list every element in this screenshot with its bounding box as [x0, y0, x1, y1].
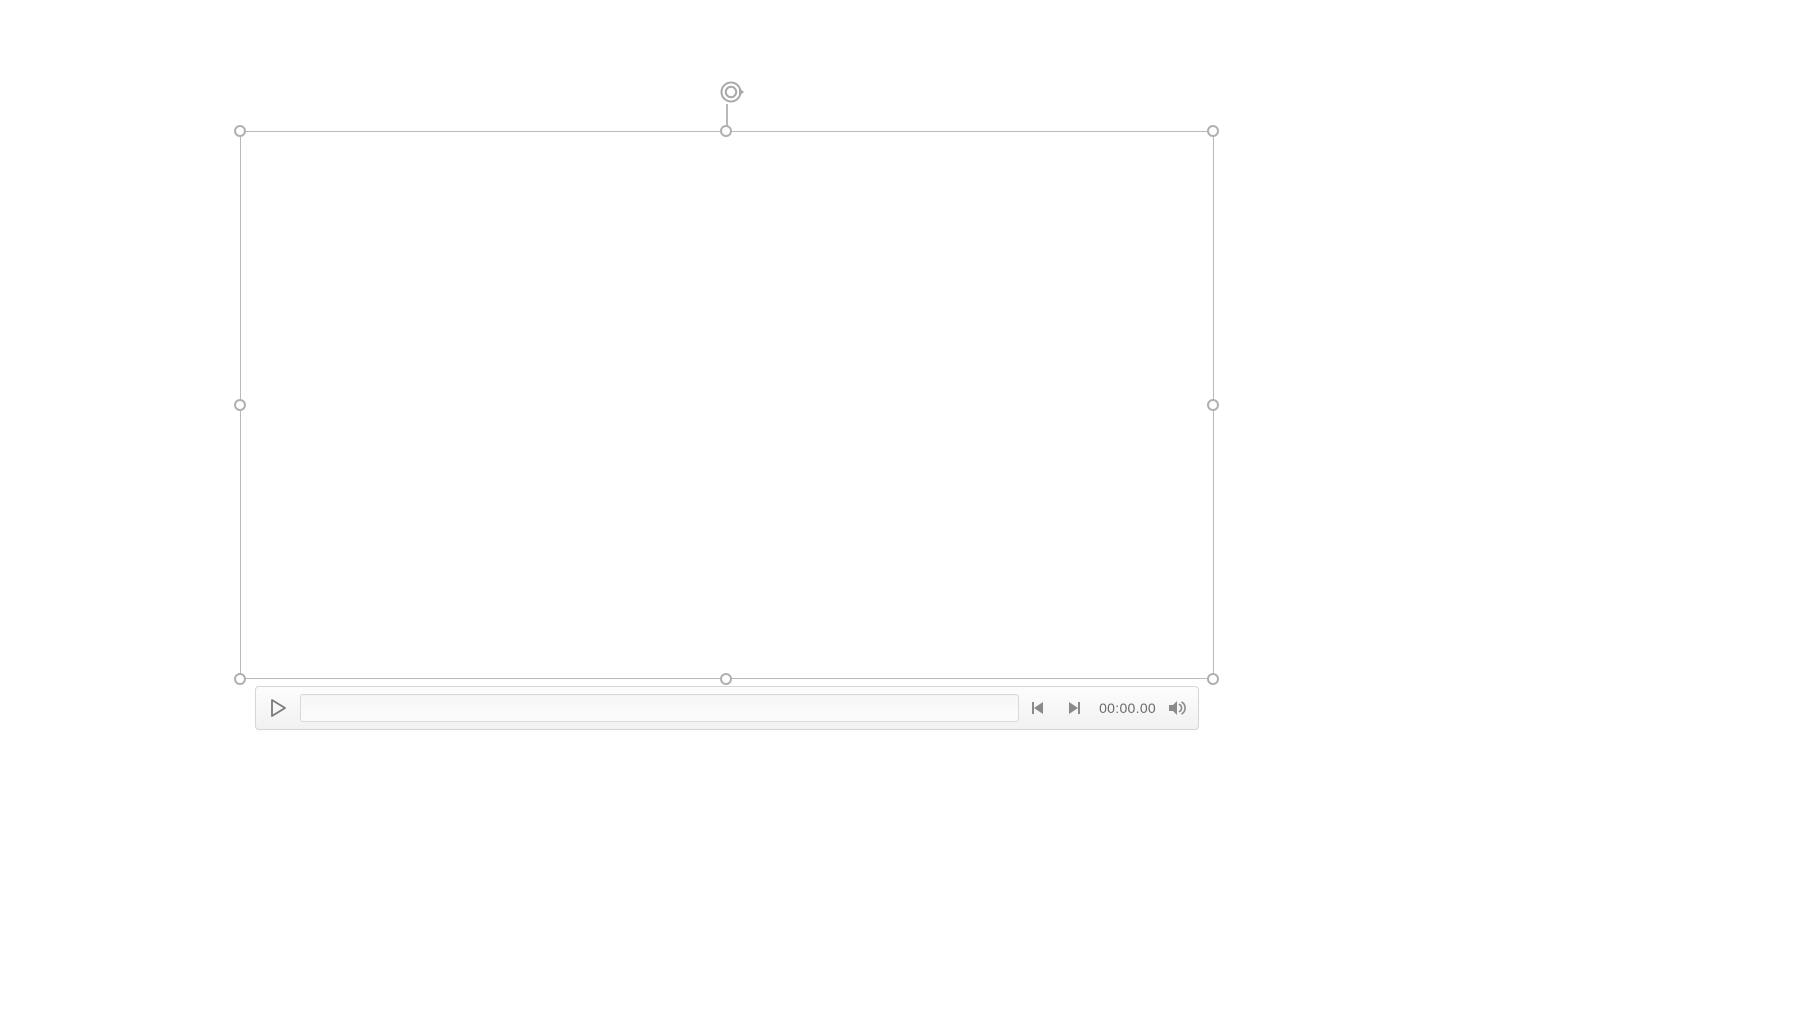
rotation-handle[interactable]: [718, 79, 744, 105]
editing-canvas[interactable]: 00:00.00: [0, 0, 1809, 1012]
resize-handle-top-center[interactable]: [720, 125, 732, 137]
resize-handle-top-left[interactable]: [234, 125, 246, 137]
resize-handle-bottom-left[interactable]: [234, 673, 246, 685]
resize-handle-bottom-center[interactable]: [720, 673, 732, 685]
resize-handle-middle-right[interactable]: [1207, 399, 1219, 411]
step-back-icon: [1031, 700, 1047, 716]
resize-handle-top-right[interactable]: [1207, 125, 1219, 137]
rotate-icon: [718, 79, 744, 105]
step-back-button[interactable]: [1025, 694, 1053, 722]
time-display: 00:00.00: [1093, 700, 1158, 716]
step-forward-button[interactable]: [1059, 694, 1087, 722]
rotation-stem: [726, 104, 728, 126]
play-button[interactable]: [262, 692, 294, 724]
volume-icon: [1167, 698, 1187, 718]
resize-handle-bottom-right[interactable]: [1207, 673, 1219, 685]
resize-handle-middle-left[interactable]: [234, 399, 246, 411]
volume-button[interactable]: [1164, 695, 1190, 721]
play-icon: [268, 698, 288, 718]
media-player-bar: 00:00.00: [255, 686, 1199, 730]
progress-track[interactable]: [300, 694, 1019, 722]
media-object[interactable]: [240, 131, 1214, 679]
step-forward-icon: [1065, 700, 1081, 716]
